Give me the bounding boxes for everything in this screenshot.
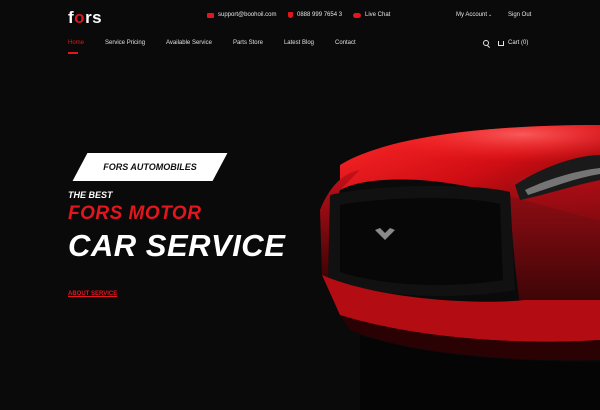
cart-button[interactable]: Cart (0) bbox=[498, 40, 528, 46]
live-chat-link[interactable]: Live Chat bbox=[353, 12, 390, 18]
nav-item-service-pricing[interactable]: Service Pricing bbox=[105, 40, 145, 46]
search-icon[interactable] bbox=[483, 40, 489, 46]
nav-item-latest-blog[interactable]: Latest Blog bbox=[284, 40, 314, 46]
nav-item-parts-store[interactable]: Parts Store bbox=[233, 40, 263, 46]
phone-icon bbox=[288, 12, 293, 18]
nav-item-available-service[interactable]: Available Service bbox=[166, 40, 212, 46]
logo-letter-o: o bbox=[74, 8, 86, 27]
live-chat-text: Live Chat bbox=[365, 12, 391, 18]
my-account-label: My Account bbox=[456, 12, 488, 18]
email-text: support@boohoil.com bbox=[218, 12, 277, 18]
sign-out-link[interactable]: Sign Out bbox=[508, 12, 531, 18]
hero-subtitle: THE BEST bbox=[68, 190, 113, 200]
hero-badge: FORS AUTOMOBILES bbox=[103, 162, 197, 172]
phone-contact[interactable]: 0888 999 7654 3 bbox=[288, 12, 342, 18]
site-logo[interactable]: fors bbox=[68, 8, 102, 28]
nav-item-contact[interactable]: Contact bbox=[335, 40, 356, 46]
top-bar: fors support@boohoil.com 0888 999 7654 3… bbox=[0, 0, 600, 32]
chevron-down-icon: ⌄ bbox=[488, 12, 493, 18]
email-contact[interactable]: support@boohoil.com bbox=[207, 12, 276, 18]
envelope-icon bbox=[207, 12, 214, 18]
my-account-menu[interactable]: My Account⌄ bbox=[456, 12, 492, 18]
phone-text: 0888 999 7654 3 bbox=[297, 12, 343, 18]
sign-out-label: Sign Out bbox=[508, 12, 532, 18]
nav-item-home[interactable]: Home bbox=[68, 40, 84, 54]
chat-icon bbox=[353, 12, 361, 18]
main-nav: Home Service Pricing Available Service P… bbox=[68, 40, 377, 54]
cart-label: Cart (0) bbox=[508, 40, 529, 46]
about-service-link[interactable]: ABOUT SERVICE bbox=[68, 291, 117, 297]
cart-icon bbox=[498, 40, 504, 46]
hero-title-red: FORS MOTOR bbox=[68, 203, 202, 224]
hero-car-image bbox=[320, 125, 600, 410]
logo-letters-rs: rs bbox=[85, 8, 103, 27]
hero-title-white: CAR SERVICE bbox=[68, 228, 286, 263]
